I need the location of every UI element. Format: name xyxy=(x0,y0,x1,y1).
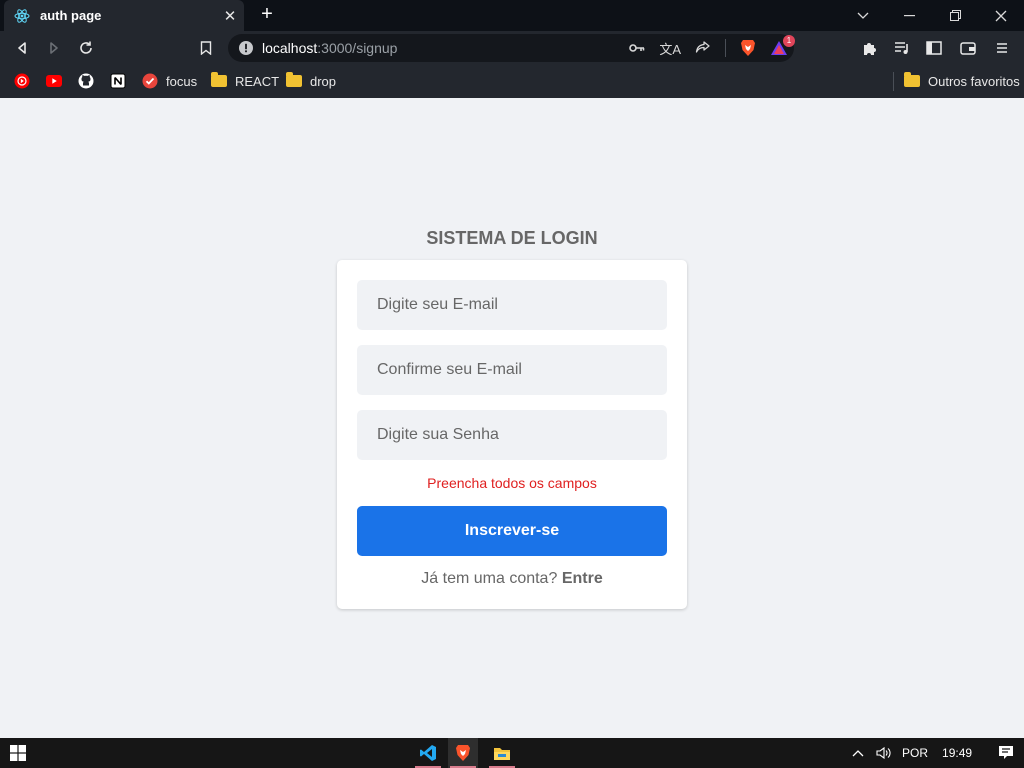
wallet-icon[interactable] xyxy=(957,37,979,59)
tab-search-chevron-icon[interactable] xyxy=(840,0,886,31)
bookmark-music[interactable] xyxy=(14,72,38,90)
page-title: SISTEMA DE LOGIN xyxy=(426,228,598,248)
bookmark-notion[interactable] xyxy=(110,72,134,90)
reload-button[interactable] xyxy=(75,37,97,59)
notion-icon xyxy=(110,73,126,89)
media-playlist-icon[interactable] xyxy=(891,37,913,59)
signup-button[interactable]: Inscrever-se xyxy=(357,506,667,556)
tab-title: auth page xyxy=(40,8,102,23)
signup-card: Preencha todos os campos Inscrever-se Já… xyxy=(337,260,687,609)
bookmark-focus[interactable]: focus xyxy=(142,72,197,90)
language-indicator[interactable]: POR xyxy=(902,746,928,760)
bookmark-folder-drop[interactable]: drop xyxy=(286,72,336,90)
bookmark-icon[interactable] xyxy=(195,37,217,59)
email-input[interactable] xyxy=(357,280,667,330)
new-tab-button[interactable]: + xyxy=(256,4,278,26)
youtube-icon xyxy=(46,73,62,89)
password-input[interactable] xyxy=(357,410,667,460)
divider xyxy=(725,39,726,57)
sidebar-icon[interactable] xyxy=(923,37,945,59)
alerts-badge: 1 xyxy=(783,35,795,47)
extensions-icon[interactable] xyxy=(859,37,881,59)
divider xyxy=(893,72,894,91)
restore-button[interactable] xyxy=(932,0,978,31)
browser-tab[interactable]: auth page ✕ xyxy=(4,0,244,31)
signin-prompt-line: Já tem uma conta? Entre xyxy=(337,570,687,588)
forward-button[interactable] xyxy=(43,37,65,59)
key-icon[interactable] xyxy=(629,43,645,53)
error-message: Preencha todos os campos xyxy=(427,475,597,491)
taskbar: POR 19:49 xyxy=(0,738,1024,768)
url-text[interactable]: localhost:3000/signup xyxy=(262,40,397,56)
bookmark-folder-react[interactable]: REACT xyxy=(211,72,279,90)
react-icon xyxy=(14,8,30,24)
signin-link[interactable]: Entre xyxy=(562,570,603,587)
share-icon[interactable] xyxy=(695,41,711,55)
chevron-up-icon[interactable] xyxy=(852,749,868,757)
browser-titlebar: auth page ✕ + xyxy=(0,0,1024,31)
clock[interactable]: 19:49 xyxy=(942,746,972,760)
page-content: SISTEMA DE LOGIN Preencha todos os campo… xyxy=(0,98,1024,738)
bookmark-label: drop xyxy=(310,73,337,89)
close-window-button[interactable] xyxy=(978,0,1024,31)
bookmark-github[interactable] xyxy=(78,72,102,90)
bookmark-label: Outros favoritos xyxy=(928,73,1020,89)
start-button[interactable] xyxy=(2,738,34,768)
menu-icon[interactable] xyxy=(991,37,1013,59)
bookmarks-bar: focus REACT drop Outros favoritos xyxy=(0,65,1024,98)
notifications-icon[interactable] xyxy=(998,745,1014,761)
brave-shields-icon[interactable] xyxy=(740,39,756,57)
vscode-icon[interactable] xyxy=(413,738,443,768)
system-tray: POR 19:49 xyxy=(852,738,1014,768)
other-bookmarks-folder[interactable]: Outros favoritos xyxy=(904,72,1020,90)
signin-prompt: Já tem uma conta? xyxy=(421,570,558,587)
bookmark-label: REACT xyxy=(235,73,280,89)
tab-close-icon[interactable]: ✕ xyxy=(220,7,240,25)
back-button[interactable] xyxy=(11,37,33,59)
translate-icon[interactable]: 文A xyxy=(659,39,681,58)
volume-icon[interactable] xyxy=(876,746,892,760)
folder-icon xyxy=(286,72,302,89)
brave-icon[interactable] xyxy=(448,738,478,768)
address-bar[interactable]: localhost:3000/signup 文A 1 xyxy=(228,34,795,62)
info-icon[interactable] xyxy=(238,40,254,56)
confirm-email-input[interactable] xyxy=(357,345,667,395)
folder-icon xyxy=(211,72,227,89)
file-explorer-icon[interactable] xyxy=(487,738,517,768)
github-icon xyxy=(78,73,94,89)
checkmark-icon xyxy=(142,73,158,89)
brave-rewards-icon[interactable]: 1 xyxy=(770,35,795,56)
browser-toolbar: localhost:3000/signup 文A 1 xyxy=(0,31,1024,65)
folder-icon xyxy=(904,72,920,89)
minimize-button[interactable] xyxy=(886,0,932,31)
bookmark-youtube[interactable] xyxy=(46,72,70,90)
music-icon xyxy=(14,73,30,89)
bookmark-label: focus xyxy=(166,73,198,89)
